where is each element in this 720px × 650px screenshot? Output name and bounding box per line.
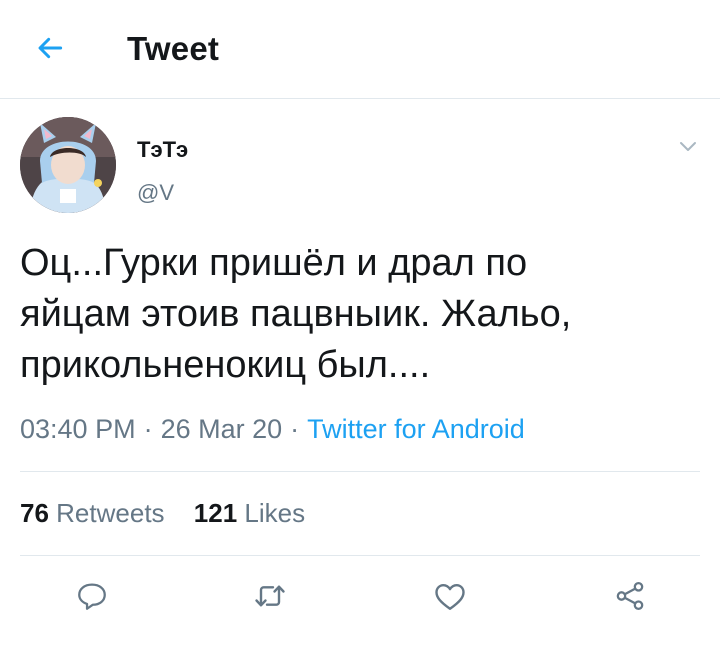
back-button[interactable] <box>30 28 70 68</box>
meta-separator: · <box>143 414 153 444</box>
chevron-down-icon[interactable] <box>676 134 700 158</box>
tweet-date: 26 Mar 20 <box>160 414 283 444</box>
likes-stat[interactable]: 121 Likes <box>194 498 305 529</box>
like-icon <box>435 584 465 610</box>
retweets-stat[interactable]: 76 Retweets <box>20 498 165 529</box>
tweet-actions <box>0 574 720 622</box>
share-icon <box>616 581 644 611</box>
reply-button[interactable] <box>70 574 114 618</box>
tweet-time: 03:40 PM <box>20 414 136 444</box>
retweet-icon <box>255 585 285 607</box>
arrow-left-icon <box>38 37 63 59</box>
likes-count: 121 <box>193 498 238 528</box>
divider <box>20 555 700 556</box>
page-title: Tweet <box>127 30 220 67</box>
avatar-photo <box>20 117 116 213</box>
share-button[interactable] <box>608 574 652 618</box>
retweets-count: 76 <box>20 498 49 528</box>
meta-separator: · <box>290 414 300 444</box>
retweets-label: Retweets <box>56 498 165 528</box>
divider <box>20 471 700 472</box>
likes-label: Likes <box>244 498 306 528</box>
author-display-name[interactable]: ТэТэ <box>137 137 188 163</box>
reply-icon <box>78 583 106 610</box>
like-button[interactable] <box>428 574 472 618</box>
tweet-stats: 76 Retweets 121 Likes <box>20 498 305 529</box>
header-bar: Tweet <box>0 0 720 99</box>
tweet-source-link[interactable]: Twitter for Android <box>307 414 525 444</box>
tweet-meta: 03:40 PM · 26 Mar 20 · Twitter for Android <box>20 414 525 445</box>
avatar[interactable] <box>20 117 116 213</box>
author-handle[interactable]: @V <box>137 180 174 206</box>
tweet-text: Оц...Гурки пришёл и драл по яйцам этоив … <box>20 242 572 386</box>
retweet-button[interactable] <box>248 574 292 618</box>
